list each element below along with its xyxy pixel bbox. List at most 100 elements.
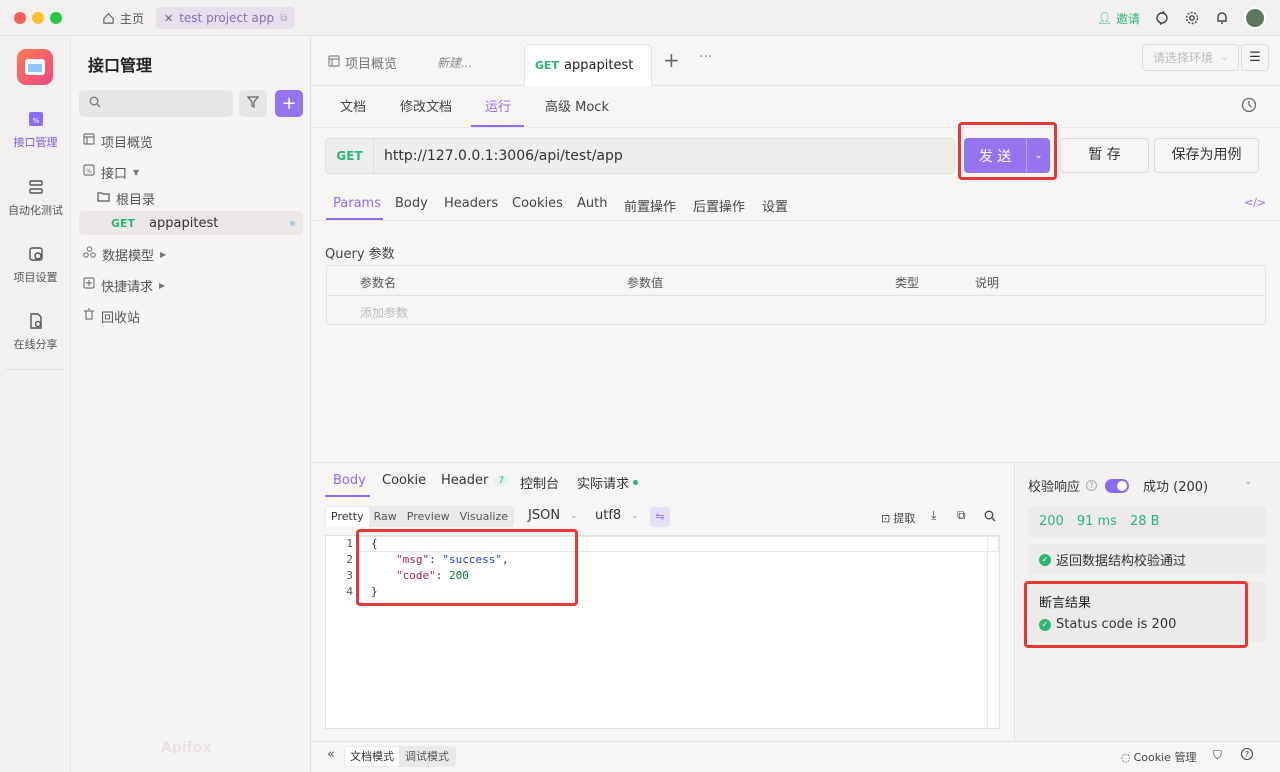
- doc-mode-button[interactable]: 文档模式: [345, 747, 399, 766]
- validate-result-select[interactable]: 成功 (200): [1143, 476, 1208, 495]
- tree-item-data-models[interactable]: 数据模型 ▶: [79, 242, 303, 266]
- overview-icon: [328, 54, 340, 71]
- tab-auth[interactable]: Auth: [577, 196, 607, 211]
- sync-icon[interactable]: [1154, 10, 1170, 26]
- title-bar: 主页 ✕ test project app ⧉ 👤︎ 邀请: [0, 0, 1280, 36]
- tab-headers[interactable]: Headers: [444, 196, 498, 211]
- tree-item-appapitest[interactable]: GET appapitest: [79, 211, 303, 235]
- invite-label: 邀请: [1115, 11, 1140, 26]
- query-table: 参数名 参数值 类型 说明 添加参数: [326, 265, 1266, 325]
- search-icon[interactable]: [984, 510, 996, 526]
- request-method-select[interactable]: GET: [326, 149, 373, 163]
- collapse-icon[interactable]: «: [327, 747, 335, 762]
- validate-toggle[interactable]: [1105, 478, 1130, 493]
- tab-label: 项目概览: [345, 57, 398, 72]
- help-icon[interactable]: ?: [1086, 480, 1098, 491]
- cookie-manage-button[interactable]: ◌ Cookie 管理: [1121, 749, 1196, 765]
- tree-item-quick-requests[interactable]: 快捷请求 ▶: [79, 273, 303, 297]
- method-badge: GET: [535, 59, 560, 72]
- svg-text:%: %: [86, 168, 92, 175]
- wrap-toggle-icon[interactable]: ⇋: [650, 507, 670, 527]
- shirt-icon[interactable]: ⛉: [1213, 748, 1222, 763]
- add-tab-icon[interactable]: +: [663, 48, 680, 72]
- subtab-run[interactable]: 运行: [485, 96, 511, 115]
- tree-item-overview[interactable]: 项目概览: [79, 129, 303, 153]
- rail-label: 在线分享: [13, 338, 58, 351]
- help-icon[interactable]: ?: [1241, 748, 1253, 760]
- gear-icon[interactable]: [1184, 10, 1200, 26]
- external-link-icon[interactable]: ⧉: [280, 13, 287, 24]
- history-icon[interactable]: [1241, 97, 1257, 117]
- panel-title: 接口管理: [88, 56, 153, 75]
- api-folder-icon: %: [83, 164, 95, 180]
- avatar[interactable]: [1244, 7, 1266, 29]
- subtab-mock[interactable]: 高级 Mock: [545, 96, 609, 115]
- rail-api-management[interactable]: % 接口管理: [0, 108, 71, 150]
- save-as-case-button[interactable]: 保存为用例: [1154, 138, 1259, 173]
- download-icon[interactable]: ⤓: [931, 508, 936, 523]
- user-add-icon: 👤︎: [1096, 11, 1112, 25]
- highlight-box-response: [356, 529, 578, 606]
- save-button[interactable]: 暂 存: [1060, 138, 1149, 173]
- menu-button[interactable]: ☰: [1241, 44, 1269, 71]
- tab-params[interactable]: Params: [333, 196, 381, 211]
- response-cookie-tab[interactable]: Cookie: [382, 473, 426, 488]
- add-button[interactable]: +: [275, 90, 303, 117]
- extract-button[interactable]: ⊡ 提取: [881, 510, 915, 526]
- chevron-down-icon[interactable]: ⌄: [1244, 476, 1252, 487]
- rail-label: 接口管理: [13, 136, 58, 149]
- home-tab[interactable]: 主页: [94, 7, 150, 29]
- view-visualize-button[interactable]: Visualize: [455, 507, 513, 527]
- tab-post-ops[interactable]: 后置操作: [693, 196, 745, 215]
- editor-scrollbar[interactable]: [987, 536, 999, 728]
- zoom-window-button[interactable]: [50, 12, 62, 24]
- view-preview-button[interactable]: Preview: [402, 507, 455, 527]
- filter-icon: [246, 95, 260, 112]
- close-window-button[interactable]: [14, 12, 26, 24]
- tree-item-trash[interactable]: 回收站: [79, 304, 303, 328]
- subtab-doc[interactable]: 文档: [340, 96, 366, 115]
- tab-pre-ops[interactable]: 前置操作: [624, 196, 676, 215]
- subtab-edit-doc[interactable]: 修改文档: [400, 96, 452, 115]
- response-body-tab[interactable]: Body: [333, 473, 366, 488]
- response-actual-tab[interactable]: 实际请求: [577, 473, 639, 492]
- add-param-input[interactable]: 添加参数: [360, 304, 408, 321]
- tree-item-interfaces[interactable]: % 接口 ▼: [79, 160, 303, 184]
- debug-mode-button[interactable]: 调试模式: [399, 747, 455, 766]
- url-input[interactable]: http://127.0.0.1:3006/api/test/app: [374, 148, 623, 164]
- column-header: 类型: [895, 276, 920, 290]
- extract-icon: ⊡: [881, 511, 891, 525]
- invite-button[interactable]: 👤︎ 邀请: [1097, 10, 1140, 27]
- tab-settings[interactable]: 设置: [762, 196, 788, 215]
- copy-icon[interactable]: ⧉: [957, 508, 966, 523]
- view-pretty-button[interactable]: Pretty: [326, 506, 369, 527]
- tab-cookies[interactable]: Cookies: [512, 196, 563, 211]
- project-tab[interactable]: ✕ test project app ⧉: [156, 7, 296, 29]
- subtab-divider: [311, 127, 1280, 128]
- tab-new[interactable]: 新建...: [437, 54, 472, 71]
- tab-project-overview[interactable]: 项目概览: [328, 53, 397, 72]
- rail-online-share[interactable]: 在线分享: [0, 310, 71, 352]
- status-dot: [633, 480, 639, 485]
- rail-project-settings[interactable]: 项目设置: [0, 243, 71, 285]
- automation-icon: [25, 176, 47, 198]
- bell-icon[interactable]: [1214, 10, 1230, 26]
- tab-body[interactable]: Body: [395, 196, 428, 211]
- tree-item-root[interactable]: 根目录: [93, 186, 303, 210]
- tree-search-input[interactable]: [79, 90, 233, 117]
- more-tabs-icon[interactable]: ···: [699, 49, 712, 65]
- tab-label: 实际请求: [577, 477, 630, 492]
- view-raw-button[interactable]: Raw: [369, 507, 402, 527]
- close-icon[interactable]: ✕: [164, 12, 173, 25]
- tab-appapitest[interactable]: GET appapitest: [524, 44, 652, 86]
- response-header-tab[interactable]: Header 7: [441, 473, 509, 488]
- code-icon[interactable]: </>: [1244, 196, 1266, 209]
- environment-select[interactable]: 请选择环境 ⌄: [1142, 44, 1239, 71]
- format-select[interactable]: JSON ⌄: [528, 508, 578, 523]
- response-console-tab[interactable]: 控制台: [520, 473, 559, 492]
- response-size: 28 B: [1129, 514, 1160, 529]
- minimize-window-button[interactable]: [32, 12, 44, 24]
- filter-button[interactable]: [239, 90, 267, 117]
- encoding-select[interactable]: utf8 ⌄: [595, 508, 639, 523]
- rail-automation-test[interactable]: 自动化测试: [0, 176, 71, 218]
